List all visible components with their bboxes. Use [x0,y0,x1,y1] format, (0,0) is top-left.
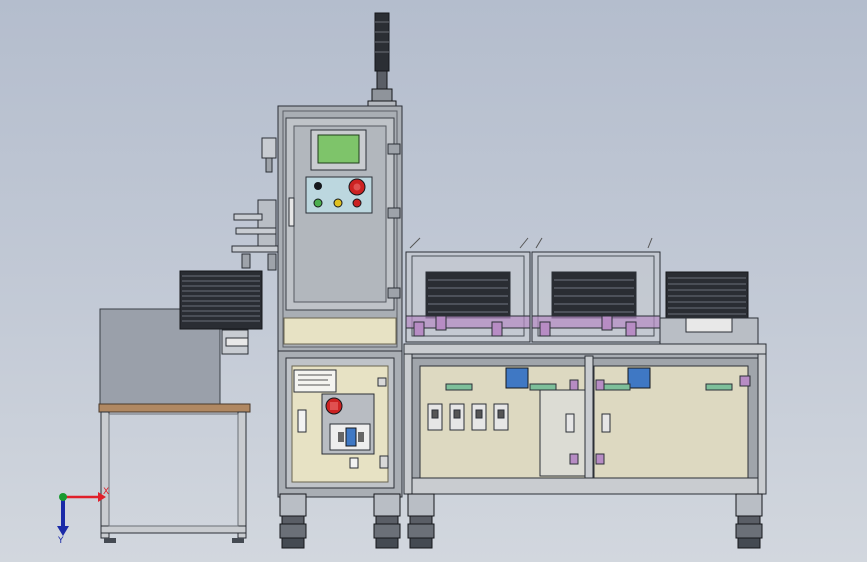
y-axis-origin [59,493,67,501]
table-frame-inner [108,413,239,527]
left-tray-stack [179,270,263,330]
right-tray-stack [659,271,759,347]
y-axis-label: Y [57,536,64,546]
green-lamp-icon [313,198,323,208]
x-axis-label: X [103,487,109,497]
red-lamp-icon [352,198,362,208]
leveling-feet [279,493,763,549]
lower-machine-frame [403,343,767,495]
table-leg-left [100,411,110,539]
cabinet-door-handle [288,197,295,227]
selector-switch-icon [314,182,322,190]
table-top [98,403,251,413]
yellow-lamp-icon [333,198,343,208]
hmi-screen [310,129,367,171]
nameplate [293,369,337,393]
signal-tower [367,12,397,108]
right-cover-bay [531,237,661,343]
cad-assembly-drawing: X Y [57,12,767,549]
button-panel [305,176,373,214]
left-cover-bay [405,237,531,343]
table-rail-bottom [100,525,247,534]
table-leg-right [237,411,247,539]
